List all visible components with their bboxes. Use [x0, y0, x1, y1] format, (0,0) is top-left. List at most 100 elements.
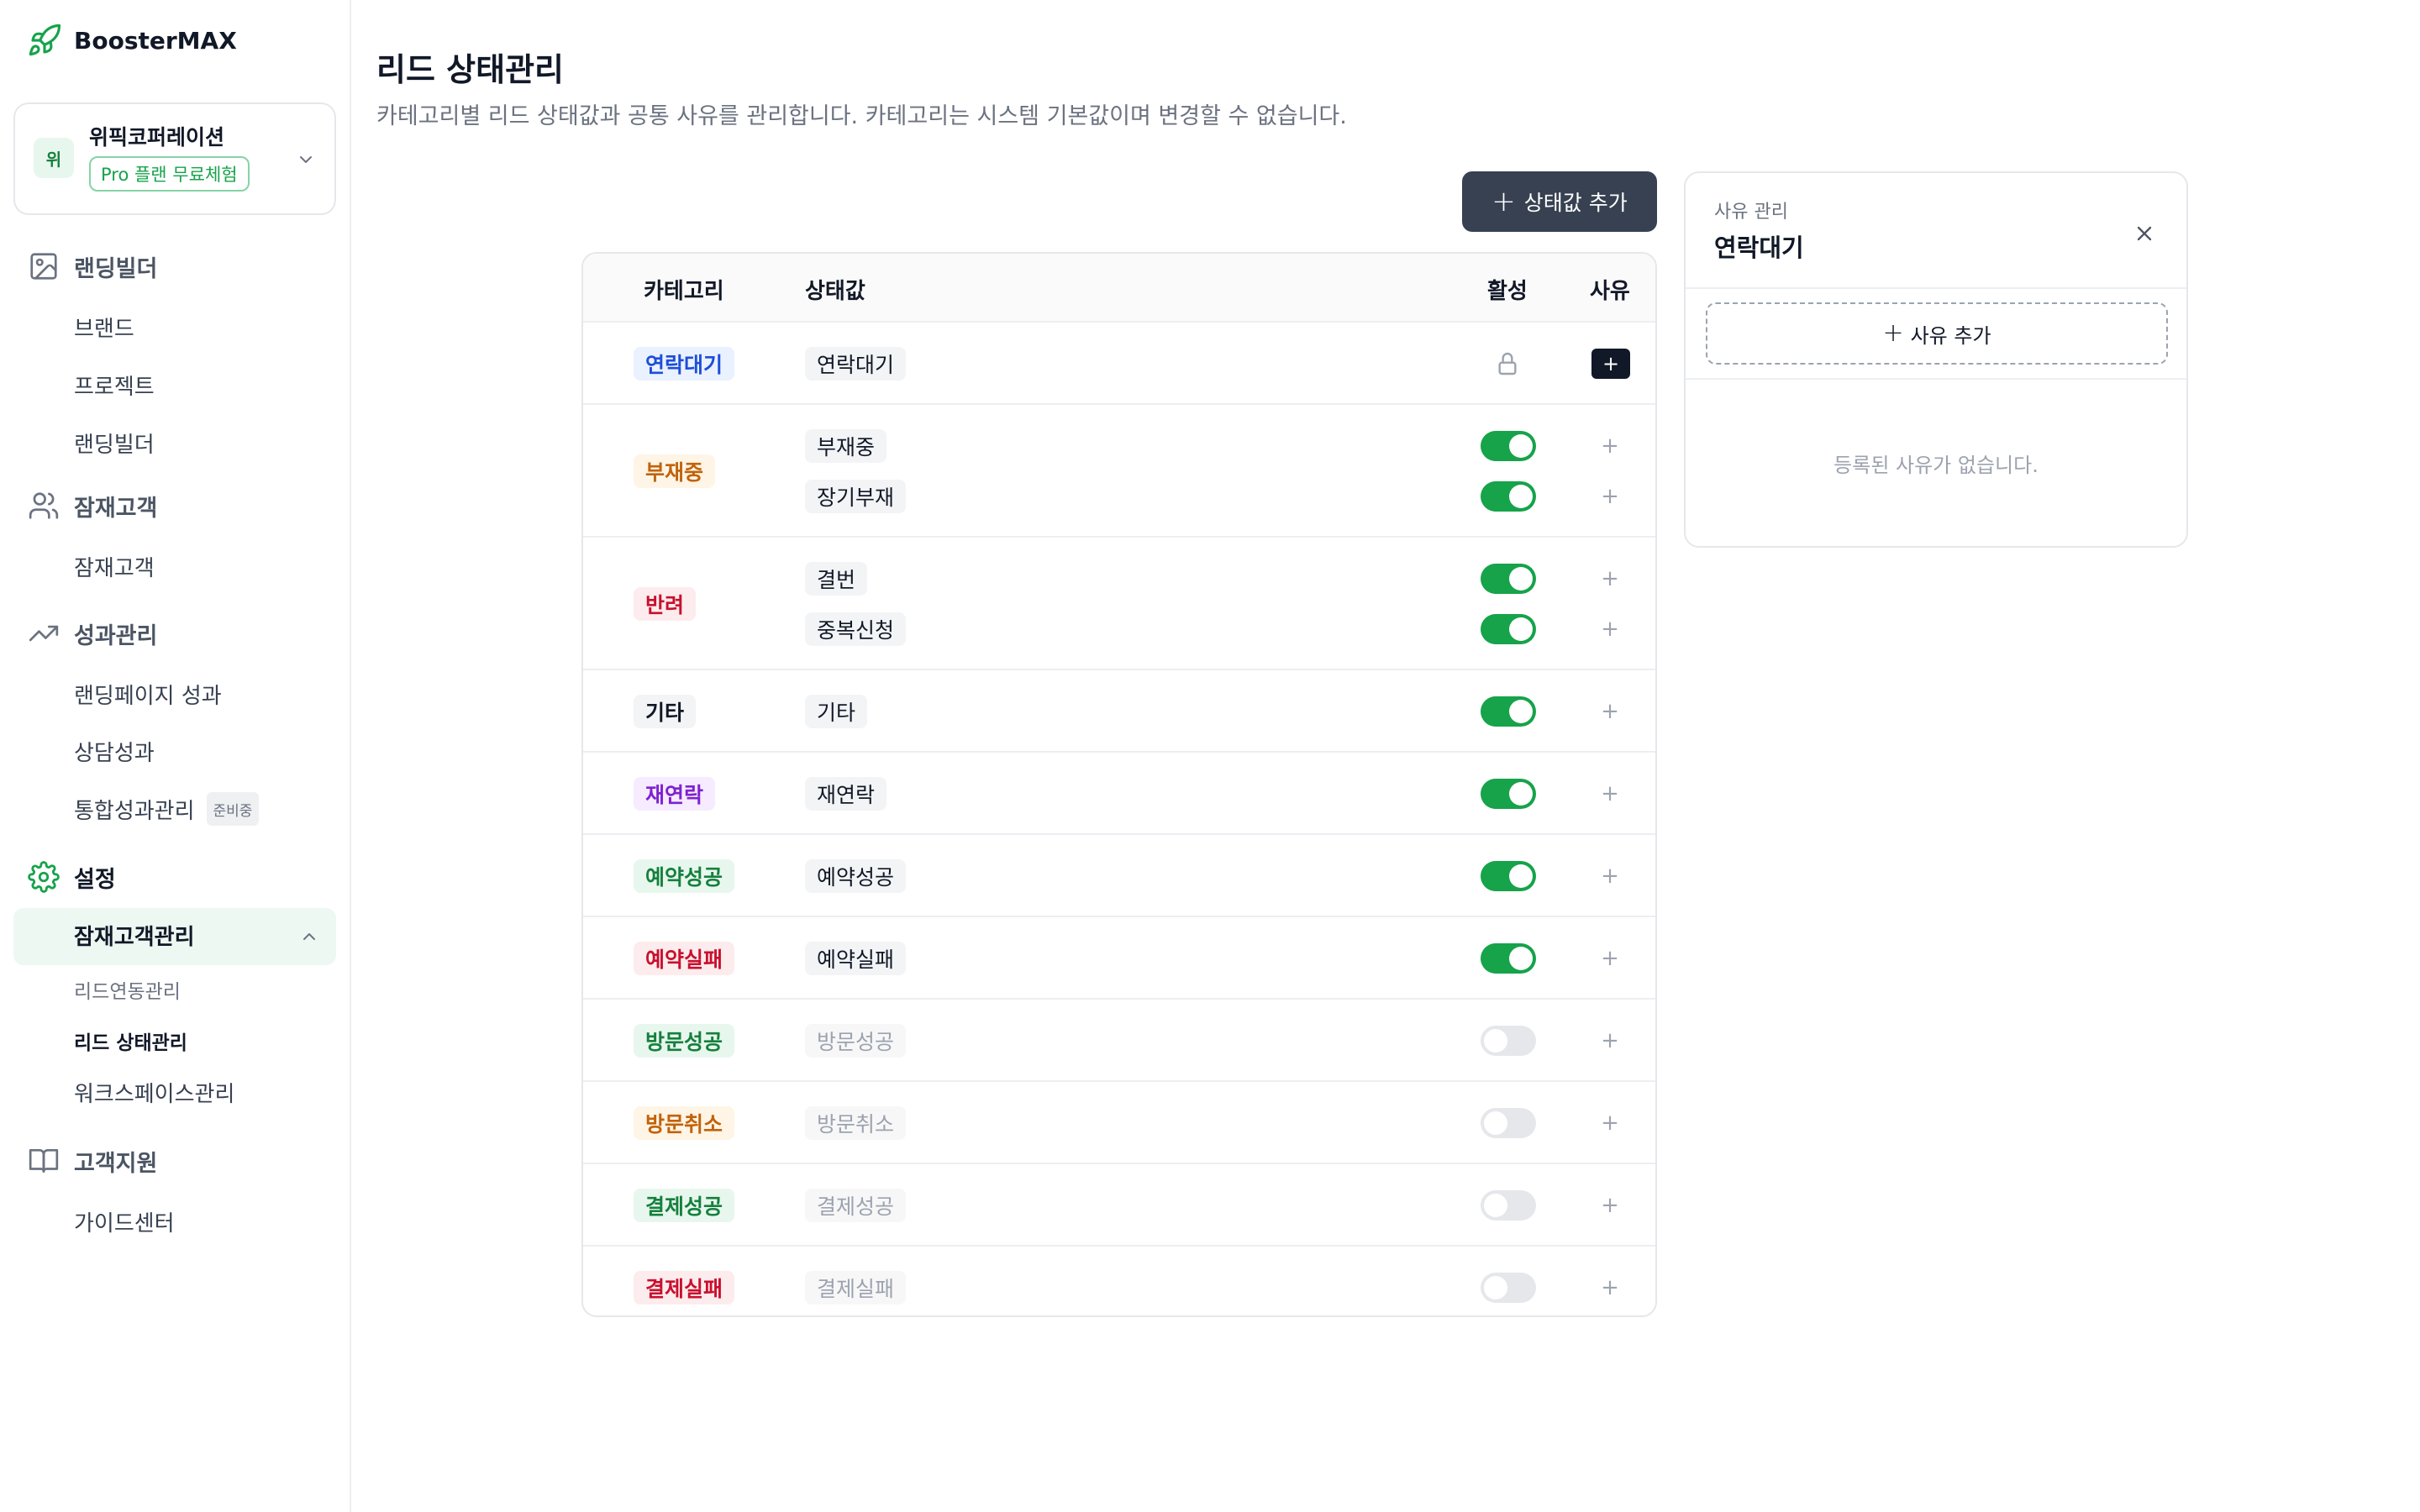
nav-group-label: 잠재고객: [74, 495, 158, 522]
add-reason-icon[interactable]: +: [1598, 1029, 1622, 1053]
chevron-down-icon: [300, 156, 312, 163]
status-value: 결제성공: [805, 1189, 907, 1222]
coming-soon-badge: 준비중: [206, 792, 260, 826]
status-value: 기타: [805, 695, 868, 728]
nav-item-integrated-performance[interactable]: 통합성과관리 준비중: [74, 792, 260, 826]
status-value: 부재중: [805, 429, 887, 463]
add-status-button[interactable]: + 상태값 추가: [1462, 171, 1657, 232]
table-row: 부재중 부재중 + 장기부재 +: [583, 405, 1655, 538]
nav-item-prospect-management[interactable]: 잠재고객관리: [13, 908, 336, 965]
category-badge: 방문성공: [634, 1024, 735, 1058]
plan-badge: Pro 플랜 무료체험: [89, 156, 250, 192]
category-badge: 부재중: [634, 454, 716, 488]
header-status: 상태값: [805, 279, 865, 304]
add-reason-button[interactable]: + 사유 추가: [1706, 302, 2168, 365]
workspace-avatar: 위: [34, 138, 74, 178]
nav-item-landing-page-performance[interactable]: 랜딩페이지 성과: [74, 677, 222, 711]
close-icon[interactable]: [2126, 215, 2163, 252]
nav-group-settings[interactable]: 설정: [27, 858, 116, 895]
panel-subtitle: 사유 관리: [1714, 202, 1788, 223]
add-reason-icon[interactable]: +: [1598, 567, 1622, 591]
brand[interactable]: BoosterMAX: [27, 22, 237, 59]
table-row: 예약실패 예약실패 +: [583, 917, 1655, 1000]
active-toggle[interactable]: [1481, 861, 1536, 891]
table-row: 방문취소 방문취소 +: [583, 1082, 1655, 1164]
users-icon: [27, 489, 60, 522]
nav-group-support[interactable]: 고객지원: [27, 1142, 157, 1179]
active-toggle[interactable]: [1481, 564, 1536, 594]
book-icon: [27, 1144, 60, 1178]
divider: [1686, 287, 2186, 289]
add-reason-icon[interactable]: +: [1598, 485, 1622, 508]
active-toggle[interactable]: [1481, 1108, 1536, 1138]
lock-icon: [1498, 352, 1517, 375]
nav-item-project[interactable]: 프로젝트: [74, 368, 155, 402]
nav-group-label: 설정: [74, 866, 116, 893]
nav-item-landing-builder[interactable]: 랜딩빌더: [74, 426, 155, 459]
image-icon: [27, 249, 60, 283]
nav-item-label: 통합성과관리: [74, 798, 195, 824]
add-reason-icon[interactable]: +: [1598, 700, 1622, 723]
gear-icon: [27, 860, 60, 894]
chevron-up-icon: [303, 933, 315, 940]
status-value: 방문성공: [805, 1024, 907, 1058]
category-badge: 연락대기: [634, 347, 735, 381]
nav-group-landing-builder[interactable]: 랜딩빌더: [27, 248, 157, 285]
table-row: 예약성공 예약성공 +: [583, 835, 1655, 917]
sidebar: BoosterMAX 위 위픽코퍼레이션 Pro 플랜 무료체험 랜딩빌더 브랜…: [0, 0, 351, 1512]
category-badge: 재연락: [634, 777, 716, 811]
brand-name: BoosterMAX: [74, 26, 237, 55]
add-reason-icon[interactable]: +: [1598, 617, 1622, 641]
active-toggle[interactable]: [1481, 1273, 1536, 1303]
add-reason-icon[interactable]: +: [1598, 1111, 1622, 1135]
table-row: 연락대기 연락대기 +: [583, 323, 1655, 405]
nav-group-performance[interactable]: 성과관리: [27, 615, 157, 652]
table-row: 재연락 재연락 +: [583, 753, 1655, 835]
active-toggle[interactable]: [1481, 431, 1536, 461]
nav-item-prospects[interactable]: 잠재고객: [74, 549, 155, 583]
add-reason-icon[interactable]: +: [1598, 1194, 1622, 1217]
add-reason-label: 사유 추가: [1910, 323, 1991, 348]
nav-item-brand[interactable]: 브랜드: [74, 310, 134, 344]
add-reason-icon[interactable]: +: [1598, 1276, 1622, 1299]
category-badge: 방문취소: [634, 1106, 735, 1140]
add-reason-icon[interactable]: +: [1598, 864, 1622, 888]
status-value: 방문취소: [805, 1106, 907, 1140]
nav-item-label: 잠재고객관리: [74, 925, 195, 950]
category-badge: 결제성공: [634, 1189, 735, 1222]
add-reason-icon[interactable]: +: [1598, 947, 1622, 970]
active-toggle[interactable]: [1481, 481, 1536, 512]
nav-group-label: 성과관리: [74, 622, 158, 649]
sub-item-lead-status[interactable]: 리드 상태관리: [74, 1026, 187, 1056]
active-toggle[interactable]: [1481, 943, 1536, 974]
add-status-label: 상태값 추가: [1523, 191, 1628, 215]
add-reason-icon[interactable]: +: [1598, 782, 1622, 806]
status-value: 중복신청: [805, 612, 907, 646]
header-reason: 사유: [1590, 279, 1630, 304]
page-title: 리드 상태관리: [376, 51, 564, 88]
sub-item-workspace[interactable]: 워크스페이스관리: [74, 1077, 234, 1107]
status-value: 결번: [805, 562, 868, 596]
workspace-switcher[interactable]: 위 위픽코퍼레이션 Pro 플랜 무료체험: [13, 102, 336, 215]
table-row: 방문성공 방문성공 +: [583, 1000, 1655, 1082]
header-active: 활성: [1487, 279, 1528, 304]
category-badge: 결제실패: [634, 1271, 735, 1305]
trending-up-icon: [27, 617, 60, 650]
nav-group-label: 고객지원: [74, 1150, 158, 1177]
active-toggle[interactable]: [1481, 1026, 1536, 1056]
status-value: 재연락: [805, 777, 887, 811]
active-toggle[interactable]: [1481, 614, 1536, 644]
sub-item-lead-integration[interactable]: 리드연동관리: [74, 974, 181, 1005]
nav-item-consult-performance[interactable]: 상담성과: [74, 734, 155, 768]
add-reason-icon[interactable]: +: [1598, 434, 1622, 458]
status-value: 예약실패: [805, 942, 907, 975]
active-toggle[interactable]: [1481, 696, 1536, 727]
plus-icon: +: [1491, 185, 1516, 218]
nav-item-guide-center[interactable]: 가이드센터: [74, 1205, 175, 1238]
active-toggle[interactable]: [1481, 1190, 1536, 1221]
table-header: 카테고리 상태값 활성 사유: [583, 254, 1655, 323]
add-reason-icon[interactable]: +: [1591, 349, 1630, 379]
nav-group-prospects[interactable]: 잠재고객: [27, 487, 157, 524]
active-toggle[interactable]: [1481, 779, 1536, 809]
category-badge: 예약실패: [634, 942, 735, 975]
